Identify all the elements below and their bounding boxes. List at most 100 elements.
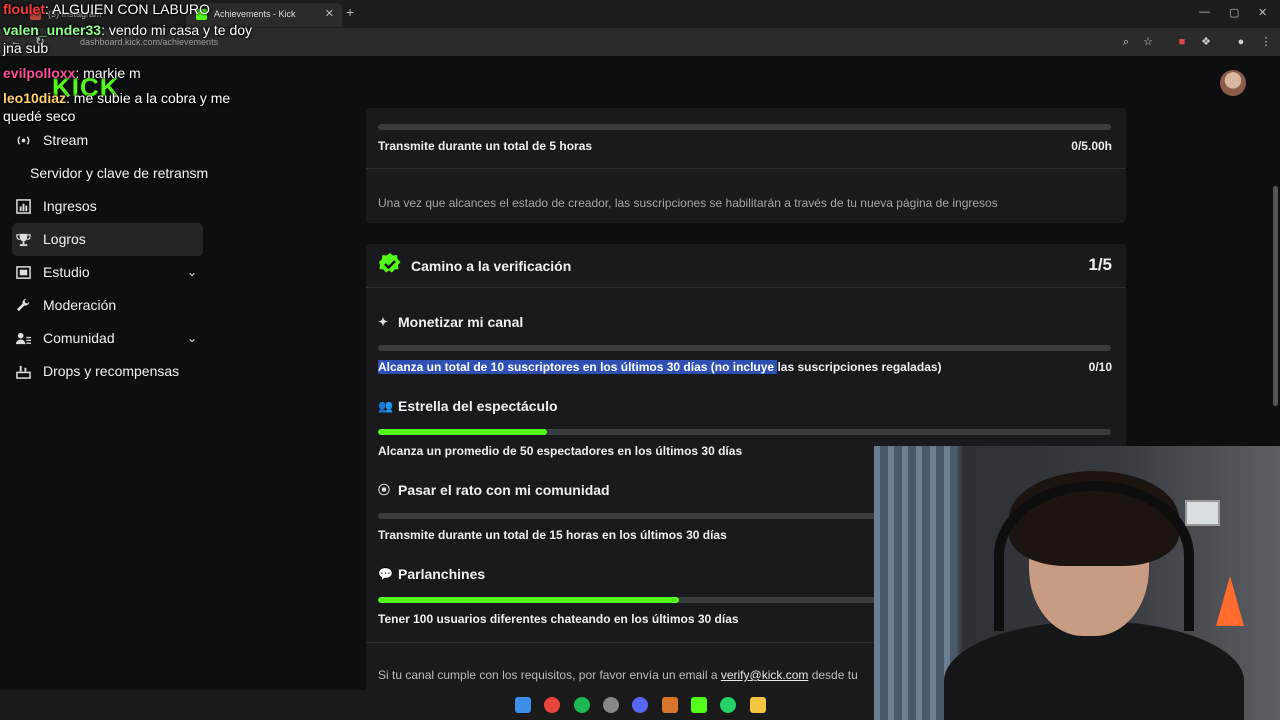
- drops-icon: [16, 365, 31, 379]
- requirement-value: 0/10: [1088, 360, 1112, 374]
- task-title-text: Pasar el rato con mi comunidad: [398, 482, 610, 498]
- sparkle-icon: ✦: [378, 315, 389, 329]
- chat-username: valen_under33: [3, 22, 102, 38]
- sidebar-item-comunidad[interactable]: Comunidad ⌄: [0, 322, 215, 355]
- user-avatar[interactable]: [1220, 70, 1246, 96]
- sidebar-item-logros[interactable]: Logros: [12, 223, 203, 256]
- sidebar-item-label: Servidor y clave de retransm: [30, 165, 209, 181]
- sidebar-item-label: Stream: [43, 132, 89, 148]
- requirement-text: Transmite durante un total de 5 horas: [378, 139, 593, 153]
- new-tab-button[interactable]: +: [346, 4, 354, 20]
- bar-chart-icon: [16, 199, 31, 214]
- webcam-overlay: [874, 446, 1280, 720]
- community-icon: [16, 332, 31, 345]
- users-icon: 👥: [378, 399, 393, 413]
- task-title: ✦ Monetizar mi canal: [378, 314, 523, 330]
- sidebar-nav: Stream Servidor y clave de retransm Ingr…: [0, 124, 215, 388]
- sidebar-item-label: Ingresos: [43, 198, 97, 214]
- chat-username: floulet: [3, 1, 45, 17]
- minimize-icon[interactable]: —: [1199, 6, 1210, 18]
- selected-text: Alcanza un total de 10 suscriptores en l…: [378, 360, 778, 374]
- progress-bar: [378, 345, 1111, 351]
- footer-note: Si tu canal cumple con los requisitos, p…: [378, 668, 858, 682]
- info-note: Una vez que alcances el estado de creado…: [378, 196, 998, 210]
- chat-message: leo10diaz: me subie a la cobra y me qued…: [3, 89, 263, 125]
- task-title: 👥 Estrella del espectáculo: [378, 398, 558, 414]
- chat-username: evilpolloxx: [3, 65, 76, 81]
- studio-icon: [16, 266, 31, 279]
- chat-message: evilpolloxx: markie m: [3, 64, 263, 82]
- discord-icon[interactable]: [632, 697, 648, 713]
- sidebar-item-label: Comunidad: [43, 330, 115, 346]
- chevron-down-icon[interactable]: ⌄: [187, 322, 197, 355]
- file-explorer-icon[interactable]: [750, 697, 766, 713]
- task-title-text: Estrella del espectáculo: [398, 398, 558, 414]
- chat-message: valen_under33: vendo mi casa y te doy jn…: [3, 21, 263, 57]
- windows-start-icon[interactable]: [515, 697, 531, 713]
- obs-icon[interactable]: [603, 697, 619, 713]
- requirement-text: Alcanza un total de 10 suscriptores en l…: [378, 360, 942, 374]
- task-title: 💬 Parlanchines: [378, 566, 485, 582]
- verified-badge-icon: [379, 253, 401, 273]
- requirement-text: Transmite durante un total de 15 horas e…: [378, 528, 727, 542]
- close-tab-icon[interactable]: ✕: [325, 3, 334, 25]
- chat-text: : ALGUIEN CON LABURO: [45, 1, 210, 17]
- curtain: [874, 446, 954, 720]
- creator-status-card: Transmite durante un total de 5 horas 0/…: [366, 108, 1126, 223]
- task-title: ⦿ Pasar el rato con mi comunidad: [378, 482, 610, 498]
- sidebar-item-moderacion[interactable]: Moderación: [0, 289, 215, 322]
- task-title-text: Monetizar mi canal: [398, 314, 524, 330]
- bookmark-star-icon[interactable]: ☆: [1142, 36, 1154, 48]
- spotify-icon[interactable]: [574, 697, 590, 713]
- chevron-down-icon[interactable]: ⌄: [187, 256, 197, 289]
- whatsapp-icon[interactable]: [720, 697, 736, 713]
- chat-text: : markie m: [75, 65, 141, 81]
- extension-icon[interactable]: ■: [1176, 36, 1188, 48]
- progress-fill: [378, 597, 679, 603]
- sidebar-item-label: Logros: [43, 231, 86, 247]
- trophy-icon: [16, 233, 31, 247]
- footer-text: desde tu: [808, 668, 858, 682]
- broadcast-icon: ⦿: [378, 483, 391, 497]
- verification-count: 1/5: [1088, 255, 1112, 274]
- requirement-text: Alcanza un promedio de 50 espectadores e…: [378, 444, 743, 458]
- profile-icon[interactable]: ●: [1235, 36, 1247, 48]
- sidebar-item-drops[interactable]: Drops y recompensas: [0, 355, 215, 388]
- chrome-icon[interactable]: [544, 697, 560, 713]
- requirement-text-rest: las suscripciones regaladas): [777, 360, 942, 374]
- sidebar-item-label: Drops y recompensas: [43, 363, 180, 379]
- sidebar-item-label: Estudio: [43, 264, 90, 280]
- verify-email-link[interactable]: verify@kick.com: [721, 668, 809, 682]
- kick-app-icon[interactable]: [691, 697, 707, 713]
- zoom-icon[interactable]: ⌕: [1120, 36, 1132, 48]
- traffic-cone: [1216, 576, 1244, 626]
- progress-bar: [378, 124, 1111, 130]
- chat-message: floulet: ALGUIEN CON LABURO: [3, 0, 263, 18]
- menu-dots-icon[interactable]: ⋮: [1260, 36, 1272, 48]
- divider: [366, 287, 1126, 288]
- sidebar-item-estudio[interactable]: Estudio ⌄: [0, 256, 215, 289]
- broadcast-icon: [17, 136, 30, 145]
- progress-fill: [378, 429, 547, 435]
- stream-chat-overlay: floulet: ALGUIEN CON LABURO valen_under3…: [3, 0, 263, 132]
- sidebar-item-label: Moderación: [43, 297, 117, 313]
- sidebar-item-ingresos[interactable]: Ingresos: [0, 190, 215, 223]
- brave-icon[interactable]: [662, 697, 678, 713]
- wrench-icon: [16, 298, 30, 312]
- progress-bar: [378, 429, 1111, 435]
- close-window-icon[interactable]: ✕: [1258, 6, 1267, 19]
- requirement-text: Tener 100 usuarios diferentes chateando …: [378, 612, 739, 626]
- extensions-puzzle-icon[interactable]: ❖: [1200, 36, 1212, 48]
- chat-bubble-icon: 💬: [378, 567, 393, 581]
- headset: [994, 481, 1194, 631]
- os-taskbar: [0, 690, 874, 720]
- wall-picture: [1185, 500, 1220, 526]
- page-scrollbar[interactable]: [1273, 186, 1278, 406]
- section-title: Camino a la verificación: [411, 258, 572, 274]
- sidebar-item-stream-key[interactable]: Servidor y clave de retransm: [0, 157, 215, 190]
- footer-text: Si tu canal cumple con los requisitos, p…: [378, 668, 721, 682]
- divider: [366, 168, 1126, 169]
- requirement-value: 0/5.00h: [1071, 139, 1112, 153]
- task-title-text: Parlanchines: [398, 566, 486, 582]
- maximize-icon[interactable]: ▢: [1229, 6, 1239, 19]
